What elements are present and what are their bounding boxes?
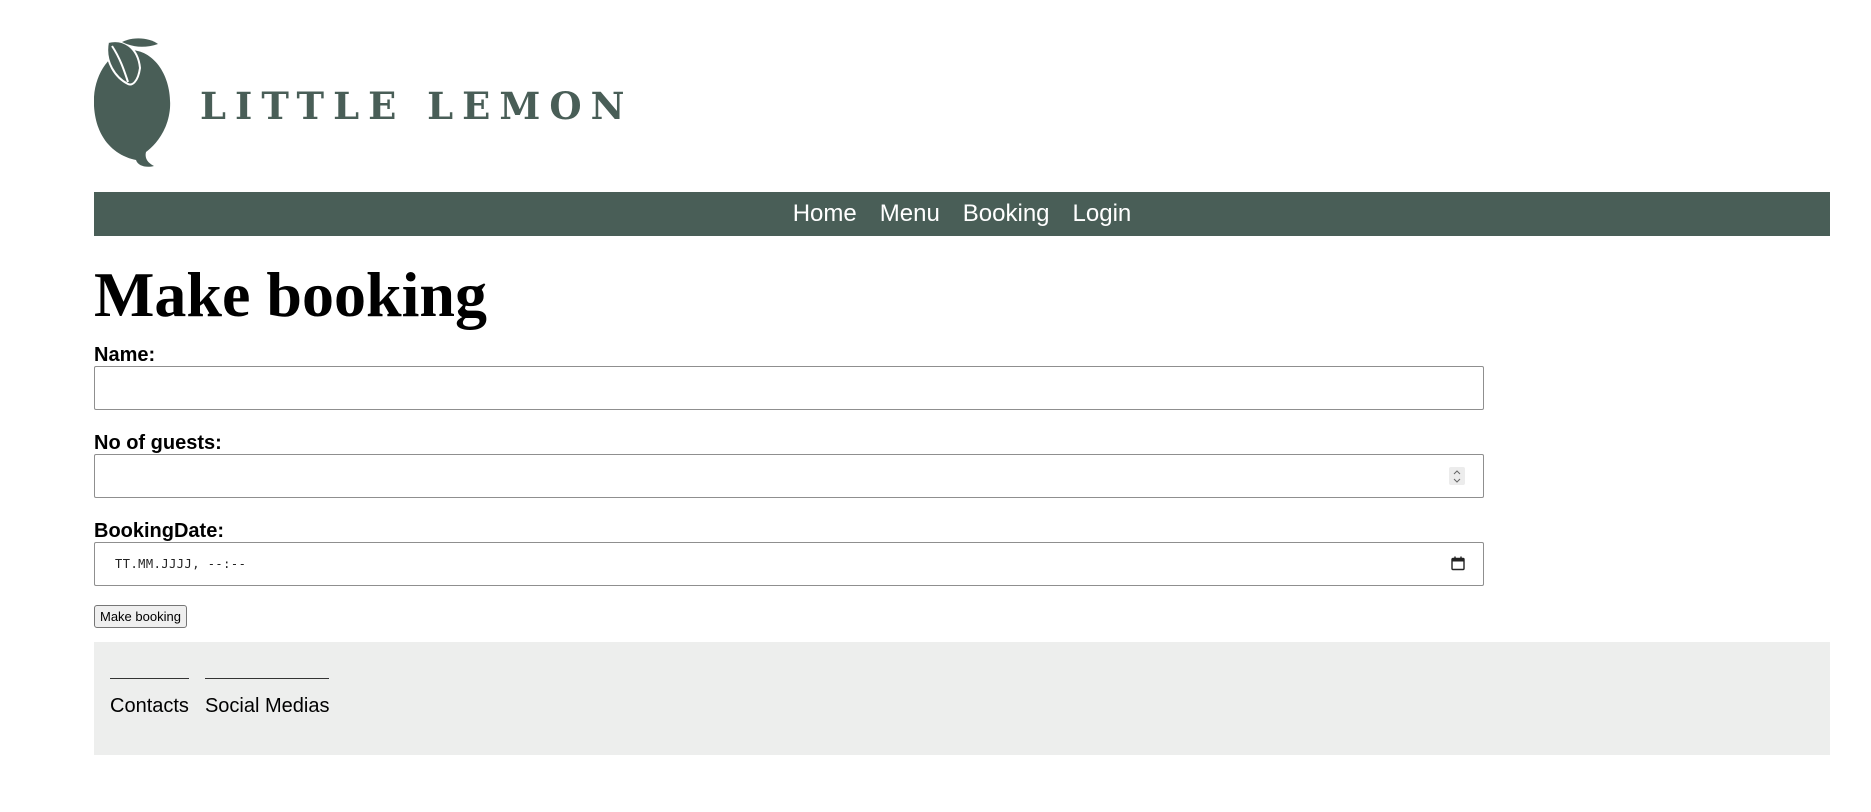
calendar-icon[interactable] bbox=[1451, 556, 1465, 571]
footer-contacts-label: Contacts bbox=[110, 695, 189, 717]
nav-booking[interactable]: Booking bbox=[963, 200, 1050, 228]
nav-menu[interactable]: Menu bbox=[880, 200, 940, 228]
guests-input[interactable] bbox=[95, 455, 1483, 497]
page-title: Make booking bbox=[94, 259, 487, 330]
brand-name: LITTLE LEMON bbox=[200, 84, 634, 128]
date-field-wrapper: TT.MM.JJJJ, --:-- bbox=[94, 542, 1484, 586]
main-nav: Home Menu Booking Login bbox=[94, 192, 1830, 236]
footer-social-label: Social Medias bbox=[204, 695, 330, 717]
nav-home[interactable]: Home bbox=[793, 200, 857, 228]
nav-login[interactable]: Login bbox=[1073, 200, 1132, 228]
date-input[interactable]: TT.MM.JJJJ, --:-- bbox=[115, 557, 246, 571]
guests-label: No of guests: bbox=[94, 432, 222, 454]
name-input[interactable] bbox=[95, 367, 1483, 409]
footer-contacts: Contacts bbox=[110, 678, 189, 755]
number-stepper[interactable] bbox=[1449, 467, 1465, 485]
footer: Contacts Social Medias bbox=[94, 642, 1830, 755]
header: LITTLE LEMON bbox=[94, 0, 1830, 192]
guests-field-wrapper bbox=[94, 454, 1484, 498]
page: LITTLE LEMON Home Menu Booking Login Mak… bbox=[94, 0, 1830, 755]
date-label: BookingDate: bbox=[94, 520, 224, 542]
lemon-icon bbox=[94, 38, 171, 167]
logo[interactable]: LITTLE LEMON bbox=[94, 36, 633, 168]
chevron-up-icon[interactable] bbox=[1453, 469, 1461, 475]
chevron-down-icon[interactable] bbox=[1453, 478, 1461, 483]
booking-form: Name: No of guests: BookingDate: TT.MM.J… bbox=[94, 344, 1830, 628]
make-booking-button[interactable]: Make booking bbox=[94, 605, 187, 628]
footer-divider bbox=[204, 678, 330, 679]
footer-divider bbox=[110, 678, 189, 679]
footer-social: Social Medias bbox=[204, 678, 330, 755]
name-label: Name: bbox=[94, 344, 156, 366]
name-field-wrapper bbox=[94, 366, 1484, 410]
